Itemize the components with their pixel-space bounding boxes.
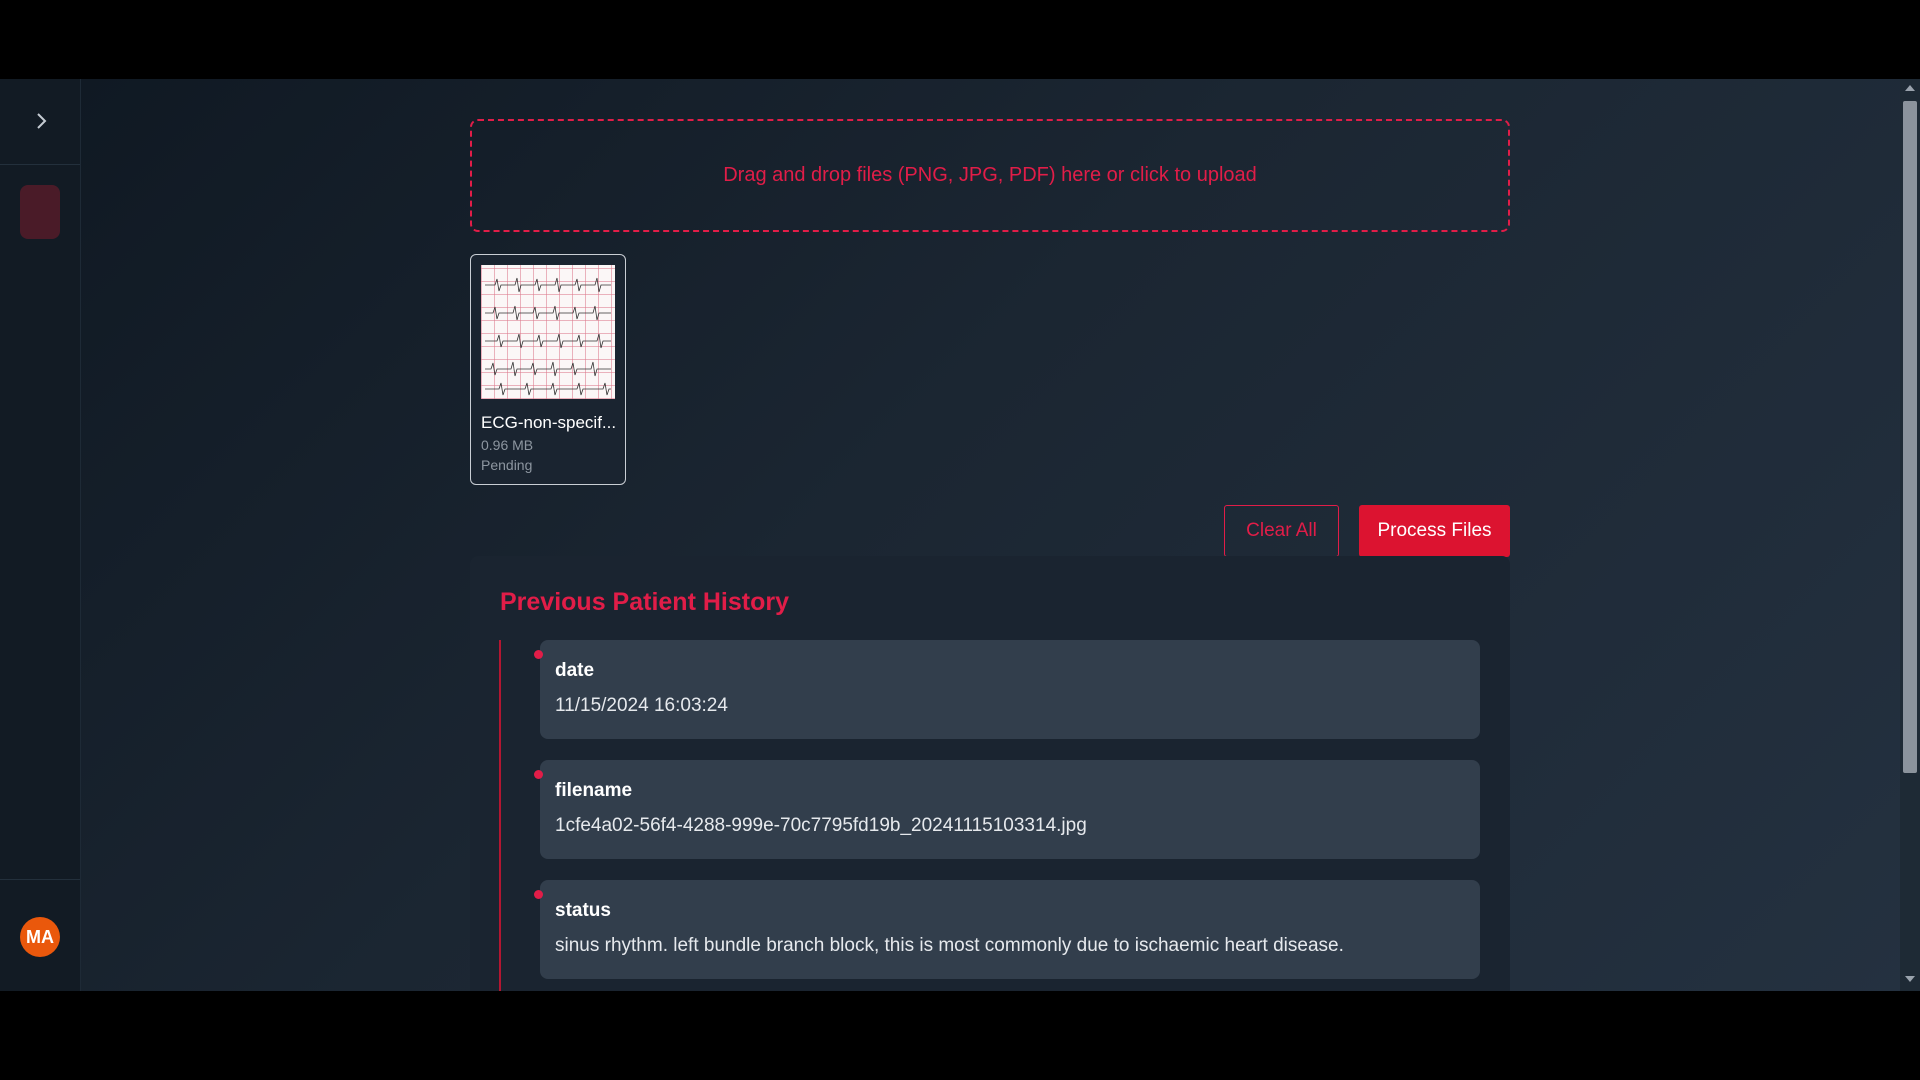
avatar[interactable]: MA [20, 917, 60, 957]
entry-value: sinus rhythm. left bundle branch block, … [555, 935, 1344, 956]
ecg-thumbnail [481, 265, 615, 399]
sidebar-expand-button[interactable] [28, 107, 56, 135]
history-entry: date 11/15/2024 16:03:24 [534, 640, 1480, 739]
sidebar-header [0, 79, 80, 165]
vertical-scrollbar[interactable] [1900, 79, 1920, 991]
timeline-dot [534, 890, 543, 899]
file-size: 0.96 MB [481, 437, 534, 453]
entry-value: 1cfe4a02-56f4-4288-999e-70c7795fd19b_202… [555, 815, 1087, 836]
entry-value: 11/15/2024 16:03:24 [555, 695, 728, 716]
history-entry: filename 1cfe4a02-56f4-4288-999e-70c7795… [534, 760, 1480, 859]
file-status: Pending [481, 457, 533, 473]
scroll-up-arrow-icon[interactable] [1905, 85, 1915, 91]
upload-dropzone[interactable]: Drag and drop files (PNG, JPG, PDF) here… [470, 119, 1510, 232]
sidebar-footer: MA [0, 879, 80, 991]
ecg-waveform-image [485, 277, 611, 396]
clear-all-button[interactable]: Clear All [1224, 505, 1339, 557]
file-name: ECG-non-specif... [481, 413, 617, 432]
dropzone-text: Drag and drop files (PNG, JPG, PDF) here… [723, 164, 1257, 186]
entry-label: filename [555, 780, 633, 801]
scroll-thumb[interactable] [1903, 101, 1917, 773]
entry-label: date [555, 660, 595, 681]
app-window: MA Drag and drop files (PNG, JPG, PDF) h… [0, 79, 1920, 991]
entry-label: status [555, 900, 611, 921]
history-entry: status sinus rhythm. left bundle branch … [534, 880, 1480, 979]
scroll-down-arrow-icon[interactable] [1905, 976, 1915, 982]
process-files-button[interactable]: Process Files [1359, 505, 1510, 557]
timeline-line [499, 640, 501, 991]
sidebar-item-active[interactable] [20, 185, 60, 239]
file-card[interactable]: ECG-non-specif... 0.96 MB Pending [470, 254, 626, 485]
timeline-dot [534, 650, 543, 659]
sidebar: MA [0, 79, 81, 991]
history-title: Previous Patient History [500, 588, 789, 616]
patient-history-panel: Previous Patient History date 11/15/2024… [470, 556, 1510, 991]
timeline-dot [534, 770, 543, 779]
chevron-right-icon [37, 113, 47, 129]
